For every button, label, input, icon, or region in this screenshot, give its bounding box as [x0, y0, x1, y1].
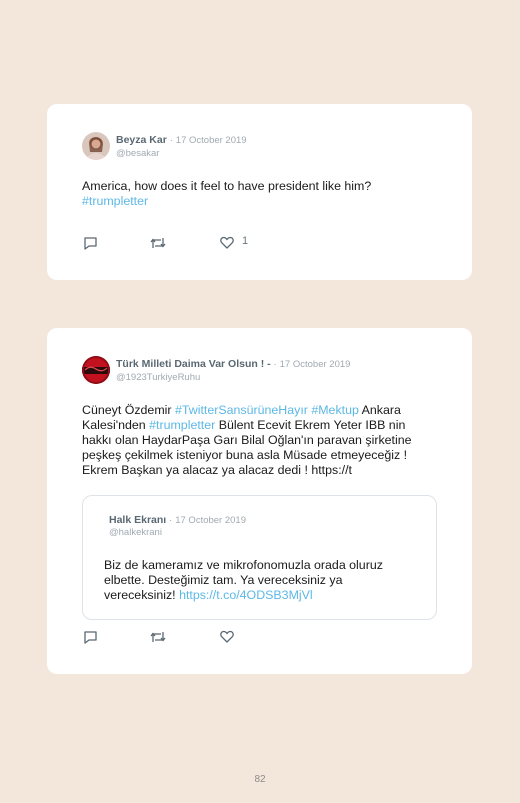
quoted-text-line: elbette. Desteğimiz tam. Ya vereceksiniz… [104, 573, 343, 587]
tweet-text-line: hakkı olan HaydarPaşa Garı Bilal Oğlan'ı… [82, 433, 412, 447]
quoted-tweet-date[interactable]: 17 October 2019 [175, 515, 246, 526]
avatar[interactable] [82, 356, 110, 384]
tweet-text-line: Ekrem Başkan ya alacaz ya alacaz dedi ! … [82, 463, 352, 477]
tweet-text: Cüneyt Özdemir #TwitterSansürüneHayır #M… [82, 403, 412, 478]
retweet-icon[interactable] [150, 630, 166, 644]
tweet-text-line: Cüneyt Özdemir #TwitterSansürüneHayır #M… [82, 403, 401, 417]
author-name[interactable]: Türk Milleti Daima Var Olsun ! - [116, 358, 271, 370]
author-line: Türk Milleti Daima Var Olsun ! - · 17 Oc… [116, 358, 350, 370]
quoted-text-line: vereceksiniz! https://t.co/4ODSB3MjVl [104, 588, 313, 602]
tweet-text: America, how does it feel to have presid… [82, 179, 371, 209]
avatar[interactable] [82, 132, 110, 160]
reply-icon[interactable] [83, 630, 98, 644]
tweet-date[interactable]: 17 October 2019 [280, 359, 351, 370]
quoted-tweet-text: Biz de kameramız ve mikrofonomuzla orada… [104, 558, 383, 603]
tweet-actions [83, 630, 283, 646]
separator: · [273, 359, 277, 370]
quoted-author-handle: @halkekrani [109, 527, 162, 538]
hashtag-link[interactable]: #Mektup [311, 403, 359, 417]
author-line: Beyza Kar · 17 October 2019 [116, 134, 247, 146]
page-number: 82 [254, 774, 266, 785]
author-handle: @besakar [116, 148, 160, 159]
reply-icon[interactable] [83, 236, 98, 250]
tweet-date[interactable]: 17 October 2019 [176, 135, 247, 146]
like-icon[interactable] [220, 236, 234, 249]
like-count: 1 [242, 235, 249, 247]
tweet-text-line: peşkeş çekilmek isteniyor buna asla Müsa… [82, 448, 408, 462]
quoted-tweet[interactable]: Halk Ekranı · 17 October 2019 @halkekran… [82, 495, 437, 620]
url-link[interactable]: https://t.co/4ODSB3MjVl [179, 588, 313, 602]
tweet-actions: 1 [83, 235, 283, 252]
author-handle: @1923TurkiyeRuhu [116, 372, 201, 383]
separator: · [169, 135, 173, 146]
hashtag-link[interactable]: #TwitterSansürüneHayır [175, 403, 308, 417]
author-name[interactable]: Beyza Kar [116, 134, 167, 146]
retweet-icon[interactable] [150, 236, 166, 250]
tweet-text-line: Kalesi'nden #trumpletter Bülent Ecevit E… [82, 418, 406, 432]
like-icon[interactable] [220, 630, 234, 643]
tweet-card: Beyza Kar · 17 October 2019 @besakar Ame… [47, 104, 472, 280]
tweet-text-line: America, how does it feel to have presid… [82, 179, 372, 193]
hashtag-link[interactable]: #trumpletter [82, 194, 148, 208]
quoted-text-line: Biz de kameramız ve mikrofonomuzla orada… [104, 558, 383, 572]
quoted-author-name[interactable]: Halk Ekranı [109, 514, 166, 526]
quoted-author-line: Halk Ekranı · 17 October 2019 [109, 514, 246, 526]
tweet-card: Türk Milleti Daima Var Olsun ! - · 17 Oc… [47, 328, 472, 674]
hashtag-link[interactable]: #trumpletter [149, 418, 215, 432]
separator: · [169, 515, 173, 526]
